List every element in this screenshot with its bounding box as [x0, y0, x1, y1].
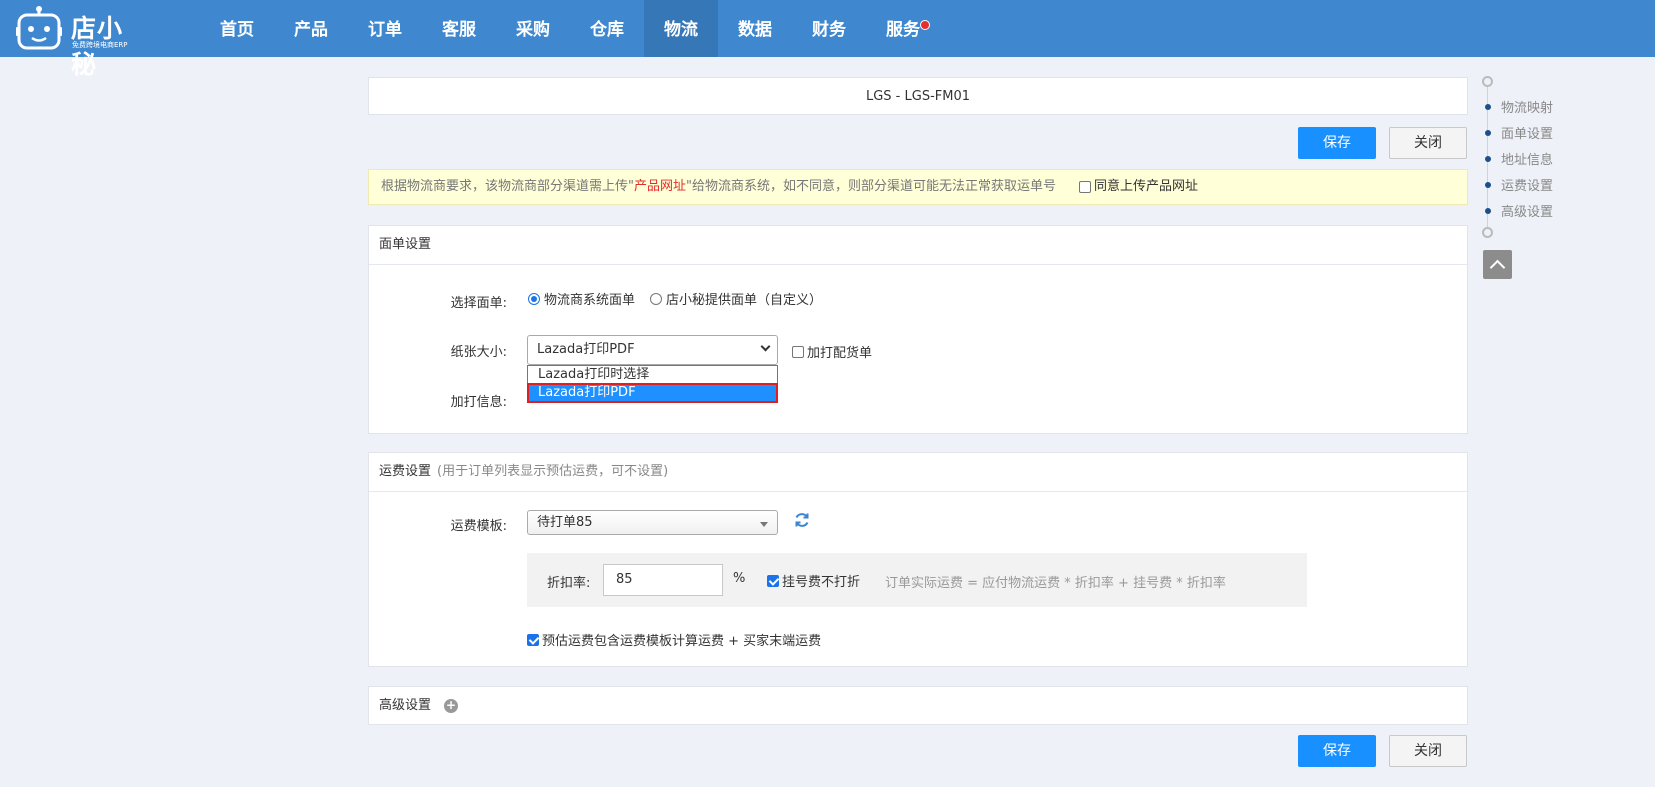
nav-item-customer-service[interactable]: 客服 [422, 0, 496, 57]
main-nav: 首页 产品 订单 客服 采购 仓库 物流 数据 财务 服务 [200, 0, 940, 57]
extra-print-checkbox[interactable]: 加打配货单 [792, 342, 872, 361]
paper-option-choose-on-print[interactable]: Lazada打印时选择 [528, 366, 777, 384]
expand-plus-icon[interactable]: + [444, 699, 458, 713]
notice-text-after: "给物流商系统，如不同意，则部分渠道可能无法正常获取运单号 [686, 179, 1056, 194]
save-button-top[interactable]: 保存 [1298, 127, 1376, 159]
back-to-top-button[interactable] [1483, 250, 1512, 279]
freight-template-select[interactable]: 待打单85 [527, 510, 778, 535]
save-button-bottom[interactable]: 保存 [1298, 735, 1376, 767]
no-discount-checkbox-box[interactable] [767, 574, 779, 587]
radio-custom[interactable] [650, 292, 662, 305]
radio-custom-text: 店小秘提供面单（自定义） [666, 293, 823, 308]
anchor-bullet [1485, 207, 1491, 214]
brand-tagline: 免费跨境电商ERP [72, 41, 128, 49]
close-button-top[interactable]: 关闭 [1389, 127, 1467, 159]
nav-item-logistics[interactable]: 物流 [644, 0, 718, 57]
nav-item-data[interactable]: 数据 [718, 0, 792, 57]
nav-item-home[interactable]: 首页 [200, 0, 274, 57]
anchor-label: 面单设置 [1501, 127, 1554, 142]
nav-item-orders[interactable]: 订单 [348, 0, 422, 57]
anchor-bullet [1485, 155, 1491, 162]
discount-box: 折扣率: 85 % 挂号费不打折 订单实际运费 = 应付物流运费 * 折扣率 +… [527, 553, 1307, 607]
advanced-settings-title: 高级设置 [379, 698, 432, 713]
agree-checkbox-box[interactable] [1079, 181, 1091, 193]
no-discount-label: 挂号费不打折 [782, 575, 861, 590]
agree-upload-checkbox[interactable]: 同意上传产品网址 [1079, 170, 1198, 204]
radio-carrier-label[interactable]: 物流商系统面单 [528, 289, 635, 308]
include-label: 预估运费包含运费模板计算运费 + 买家末端运费 [542, 634, 822, 649]
anchor-advanced-settings[interactable]: 高级设置 [1485, 201, 1553, 220]
label-settings-title: 面单设置 [369, 226, 1467, 265]
select-label-text: 选择面单: [450, 296, 507, 311]
include-buyer-freight-checkbox[interactable]: 预估运费包含运费模板计算运费 + 买家末端运费 [527, 630, 821, 649]
percent-sign: % [733, 571, 746, 586]
nav-item-warehouse[interactable]: 仓库 [570, 0, 644, 57]
anchor-top-ring [1482, 76, 1493, 87]
no-discount-checkbox[interactable]: 挂号费不打折 [767, 571, 860, 590]
anchor-bullet [1485, 129, 1491, 136]
notice-text-before: 根据物流商要求，该物流商部分渠道需上传" [381, 179, 634, 194]
advanced-settings-header[interactable]: 高级设置 [369, 687, 1467, 726]
radio-carrier[interactable] [528, 292, 540, 305]
robot-logo-icon [16, 6, 62, 50]
freight-template-label: 运费模板: [450, 519, 507, 534]
freight-template-value: 待打单85 [537, 515, 593, 530]
upload-notice: 根据物流商要求，该物流商部分渠道需上传"产品网址"给物流商系统，如不同意，则部分… [368, 169, 1468, 205]
anchor-bottom-ring [1482, 227, 1493, 238]
paper-size-dropdown: Lazada打印时选择 Lazada打印PDF [527, 365, 778, 403]
page-title: LGS - LGS-FM01 [368, 77, 1468, 115]
discount-input[interactable]: 85 [603, 564, 723, 596]
nav-item-services-label: 服务 [886, 20, 920, 40]
extra-info-label: 加打信息: [450, 395, 507, 410]
anchor-label: 高级设置 [1501, 205, 1554, 220]
anchor-bullet [1485, 103, 1491, 110]
dropdown-triangle-icon [760, 522, 768, 527]
paper-size-value: Lazada打印PDF [537, 342, 635, 357]
freight-formula: 订单实际运费 = 应付物流运费 * 折扣率 + 挂号费 * 折扣率 [885, 576, 1226, 591]
chevron-down-icon [760, 341, 771, 352]
include-checkbox-box[interactable] [527, 633, 539, 646]
top-nav-bar: 店小秘 免费跨境电商ERP 首页 产品 订单 客服 采购 仓库 物流 数据 财务… [0, 0, 1655, 79]
extra-print-checkbox-box[interactable] [792, 345, 804, 358]
anchor-label-settings[interactable]: 面单设置 [1485, 123, 1553, 142]
anchor-label: 地址信息 [1501, 153, 1554, 168]
agree-checkbox-label: 同意上传产品网址 [1094, 179, 1199, 194]
advanced-settings-panel[interactable]: 高级设置 + [368, 686, 1468, 725]
freight-settings-title: 运费设置 [379, 464, 432, 479]
nav-item-products[interactable]: 产品 [274, 0, 348, 57]
notification-badge [920, 20, 930, 30]
paper-size-label: 纸张大小: [450, 345, 507, 360]
paper-option-pdf[interactable]: Lazada打印PDF [527, 383, 778, 403]
logo[interactable]: 店小秘 免费跨境电商ERP [16, 5, 146, 79]
anchor-freight-settings[interactable]: 运费设置 [1485, 175, 1553, 194]
extra-print-label: 加打配货单 [807, 346, 873, 361]
nav-item-finance[interactable]: 财务 [792, 0, 866, 57]
refresh-icon[interactable] [793, 511, 811, 529]
freight-settings-header: 运费设置 (用于订单列表显示预估运费，可不设置) [369, 453, 1467, 492]
close-button-bottom[interactable]: 关闭 [1389, 735, 1467, 767]
nav-item-purchasing[interactable]: 采购 [496, 0, 570, 57]
anchor-bullet [1485, 181, 1491, 188]
freight-settings-note: (用于订单列表显示预估运费，可不设置) [437, 464, 669, 479]
anchor-logistics-mapping[interactable]: 物流映射 [1485, 97, 1553, 116]
notice-highlight: 产品网址 [633, 179, 686, 194]
radio-carrier-text: 物流商系统面单 [544, 293, 636, 308]
anchor-address-info[interactable]: 地址信息 [1485, 149, 1553, 168]
anchor-label: 物流映射 [1501, 101, 1554, 116]
anchor-label: 运费设置 [1501, 179, 1554, 194]
discount-label: 折扣率: [547, 576, 591, 591]
paper-size-select[interactable]: Lazada打印PDF [527, 335, 778, 365]
nav-item-services[interactable]: 服务 [866, 0, 940, 57]
radio-custom-label[interactable]: 店小秘提供面单（自定义） [650, 289, 822, 308]
